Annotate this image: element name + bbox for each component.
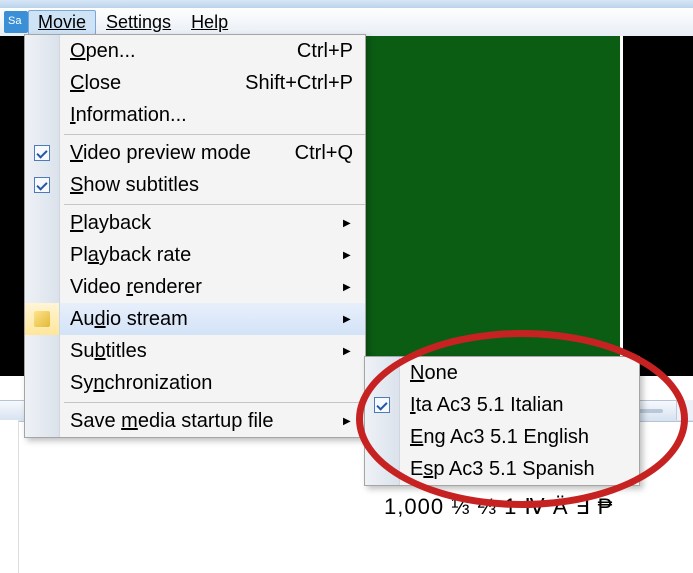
menu-information[interactable]: Information... — [25, 99, 365, 131]
gutter — [365, 453, 400, 485]
label: Information... — [60, 104, 365, 127]
label: Open... — [60, 40, 297, 63]
submenu-arrow-icon: ▶ — [343, 218, 365, 229]
menu-audio-stream[interactable]: Audio stream ▶ — [25, 303, 365, 335]
music-note-icon — [34, 311, 50, 327]
checkbox-checked-icon — [374, 397, 390, 413]
gutter — [25, 169, 60, 201]
label: Synchronization — [60, 372, 365, 395]
gutter — [365, 421, 400, 453]
menu-settings[interactable]: Settings — [96, 10, 181, 35]
menu-playback[interactable]: Playback ▶ — [25, 207, 365, 239]
label: Video preview mode — [60, 142, 295, 165]
gutter — [365, 389, 400, 421]
gutter — [25, 239, 60, 271]
menu-help[interactable]: Help — [181, 10, 238, 35]
menu-open[interactable]: Open... Ctrl+P — [25, 35, 365, 67]
menu-close[interactable]: Close Shift+Ctrl+P — [25, 67, 365, 99]
label: Save media startup file — [60, 410, 343, 433]
audio-esp[interactable]: Esp Ac3 5.1 Spanish — [365, 453, 639, 485]
menu-synchronization[interactable]: Synchronization — [25, 367, 365, 399]
left-gutter — [0, 420, 19, 573]
gutter — [25, 137, 60, 169]
app-icon — [4, 11, 28, 33]
label: Subtitles — [60, 340, 343, 363]
checkbox-checked-icon — [34, 145, 50, 161]
label: Video renderer — [60, 276, 343, 299]
gutter — [25, 303, 60, 335]
menu-video-renderer[interactable]: Video renderer ▶ — [25, 271, 365, 303]
shortcut: Shift+Ctrl+P — [245, 72, 365, 95]
seek-bar-right-cap — [676, 400, 693, 420]
label: Playback — [60, 212, 343, 235]
label: Esp Ac3 5.1 Spanish — [400, 458, 639, 481]
submenu-arrow-icon: ▶ — [343, 346, 365, 357]
gutter — [25, 207, 60, 239]
checkbox-checked-icon — [34, 177, 50, 193]
submenu-arrow-icon: ▶ — [343, 282, 365, 293]
gutter — [25, 35, 60, 67]
shortcut: Ctrl+P — [297, 40, 365, 63]
label: Audio stream — [60, 308, 343, 331]
menu-movie[interactable]: Movie — [28, 10, 96, 35]
label: Playback rate — [60, 244, 343, 267]
label: Eng Ac3 5.1 English — [400, 426, 639, 449]
submenu-arrow-icon: ▶ — [343, 250, 365, 261]
sample-text: 1,000 ⅓ ⅔ 1 Ⅳ Ä ∃ ₱ — [384, 494, 613, 520]
movie-menu: Open... Ctrl+P Close Shift+Ctrl+P Inform… — [24, 34, 366, 438]
gutter — [25, 99, 60, 131]
gutter — [365, 357, 400, 389]
label: Ita Ac3 5.1 Italian — [400, 394, 639, 417]
gutter — [25, 271, 60, 303]
label: None — [400, 362, 639, 385]
label: Show subtitles — [60, 174, 365, 197]
menu-show-subtitles[interactable]: Show subtitles — [25, 169, 365, 201]
menu-save-startup-file[interactable]: Save media startup file ▶ — [25, 405, 365, 437]
audio-none[interactable]: None — [365, 357, 639, 389]
audio-ita[interactable]: Ita Ac3 5.1 Italian — [365, 389, 639, 421]
audio-eng[interactable]: Eng Ac3 5.1 English — [365, 421, 639, 453]
menubar: Movie Settings Help — [0, 8, 693, 37]
menu-playback-rate[interactable]: Playback rate ▶ — [25, 239, 365, 271]
gutter — [25, 335, 60, 367]
gutter — [25, 67, 60, 99]
menu-subtitles[interactable]: Subtitles ▶ — [25, 335, 365, 367]
label: Close — [60, 72, 245, 95]
shortcut: Ctrl+Q — [295, 142, 365, 165]
menu-video-preview-mode[interactable]: Video preview mode Ctrl+Q — [25, 137, 365, 169]
audio-stream-submenu: None Ita Ac3 5.1 Italian Eng Ac3 5.1 Eng… — [364, 356, 640, 486]
submenu-arrow-icon: ▶ — [343, 416, 365, 427]
gutter — [25, 405, 60, 437]
submenu-arrow-icon: ▶ — [343, 314, 365, 325]
app-window: Movie Settings Help 1,000 ⅓ ⅔ 1 Ⅳ Ä ∃ ₱ … — [0, 0, 693, 573]
gutter — [25, 367, 60, 399]
